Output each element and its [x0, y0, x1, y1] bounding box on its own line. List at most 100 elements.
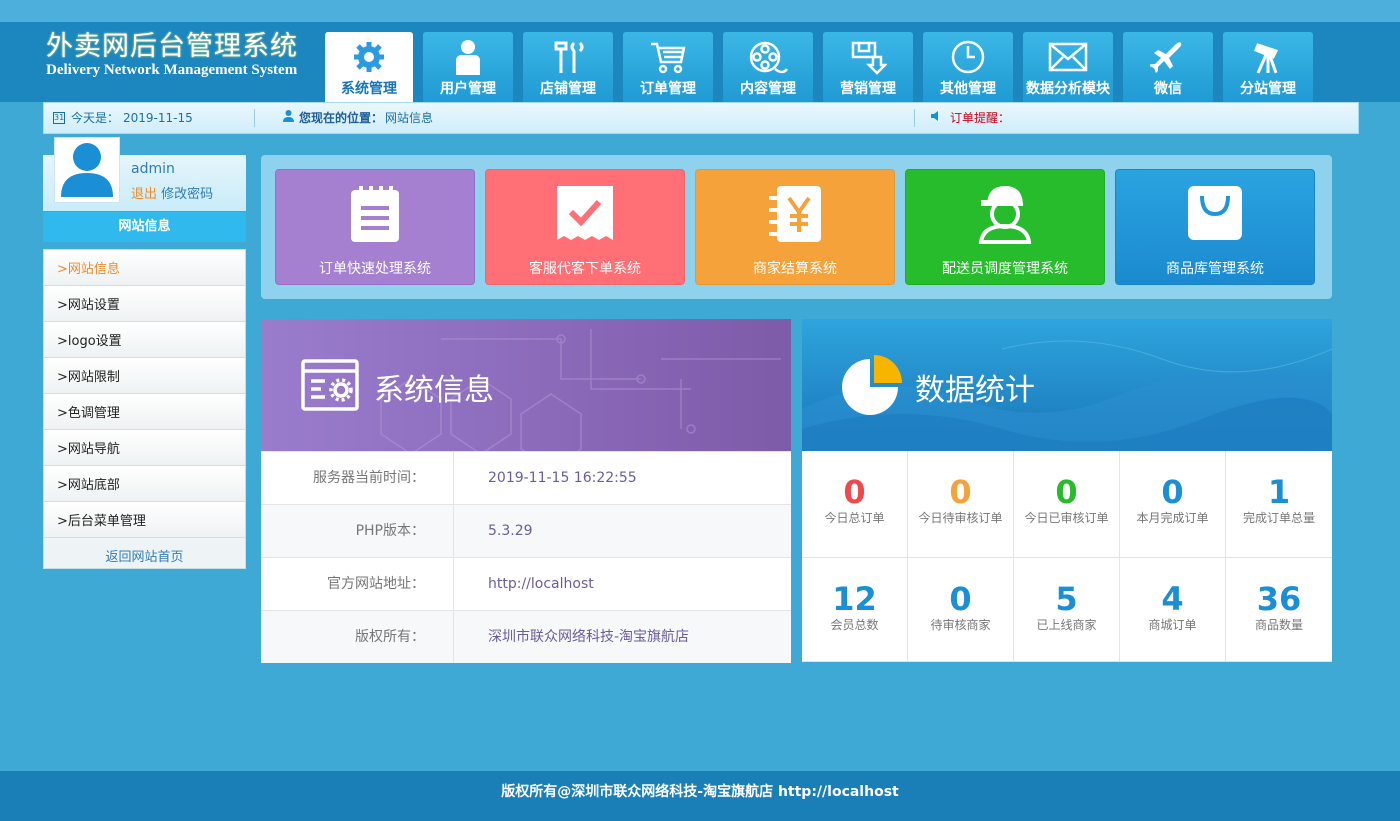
- stat-label: 待审核商家: [930, 618, 991, 632]
- user-links: 退出 修改密码: [131, 183, 213, 202]
- stat-number: 5: [1055, 580, 1078, 618]
- tile-courier-dispatch[interactable]: 配送员调度管理系统: [905, 169, 1105, 285]
- logout-link[interactable]: 退出: [131, 187, 157, 202]
- sidebar-item-site-settings[interactable]: >网站设置: [44, 286, 245, 322]
- order-alert-segment: 订单提醒：: [930, 103, 1010, 133]
- nav-system[interactable]: 系统管理: [325, 32, 413, 102]
- stat-label: 会员总数: [830, 618, 879, 632]
- today-segment: 31 今天是： 2019-11-15: [53, 103, 193, 133]
- stats-grid: 0 今日总订单 0 今日待审核订单 0 今日已审核订单 0 本月完成订单 1 完成订单总量…: [802, 451, 1332, 662]
- order-alert-label: 订单提醒：: [950, 111, 1011, 125]
- stat-number: 12: [832, 580, 877, 618]
- tile-merchant-settlement[interactable]: 商家结算系统: [695, 169, 895, 285]
- header: 外卖网后台管理系统 Delivery Network Management Sy…: [0, 22, 1400, 102]
- stat-today-pending[interactable]: 0 今日待审核订单: [908, 451, 1014, 558]
- top-strip: [0, 0, 1400, 22]
- nav-substations[interactable]: 分站管理: [1223, 32, 1313, 102]
- stat-mall-orders[interactable]: 4 商城订单: [1120, 558, 1226, 662]
- divider: [254, 109, 255, 127]
- shopping-bag-icon: [1116, 184, 1314, 246]
- row-key: 服务器当前时间：: [261, 452, 454, 504]
- sidebar-item-logo-settings[interactable]: >logo设置: [44, 322, 245, 358]
- tools-icon: [523, 38, 613, 76]
- sidebar-menu: >网站信息 >网站设置 >logo设置 >网站限制 >色调管理 >网站导航 >网…: [43, 249, 246, 569]
- nav-label: 其他管理: [940, 81, 996, 97]
- row-key: PHP版本：: [261, 505, 454, 557]
- back-to-home-link[interactable]: 返回网站首页: [44, 538, 245, 568]
- tile-label: 商品库管理系统: [1166, 261, 1264, 277]
- stat-today-approved[interactable]: 0 今日已审核订单: [1014, 451, 1120, 558]
- gear-icon: [325, 38, 413, 76]
- breadcrumb[interactable]: 网站信息: [385, 103, 433, 133]
- logo-title: 外卖网后台管理系统: [46, 31, 298, 62]
- location-segment: 您现在的位置： 网站信息: [283, 103, 433, 133]
- clipboard-icon: [276, 184, 474, 246]
- nav-content[interactable]: 内容管理: [723, 32, 813, 102]
- yen-notebook-icon: [696, 184, 894, 246]
- person-icon: [283, 103, 294, 133]
- sidebar-item-site-info[interactable]: >网站信息: [44, 250, 245, 286]
- courier-icon: [906, 184, 1104, 246]
- row-value: 深圳市联众网络科技-淘宝旗航店: [488, 629, 690, 645]
- stat-members[interactable]: 12 会员总数: [802, 558, 908, 662]
- nav-users[interactable]: 用户管理: [423, 32, 513, 102]
- tile-label: 商家结算系统: [753, 261, 837, 277]
- nav-label: 店铺管理: [540, 81, 596, 97]
- sidebar-item-site-limits[interactable]: >网站限制: [44, 358, 245, 394]
- user-icon: [423, 38, 513, 76]
- sidebar-item-site-nav[interactable]: >网站导航: [44, 430, 245, 466]
- speaker-icon: [930, 103, 942, 133]
- stat-label: 今日待审核订单: [918, 511, 1003, 525]
- table-row: 服务器当前时间： 2019-11-15 16:22:55: [261, 451, 791, 504]
- nav-orders[interactable]: 订单管理: [623, 32, 713, 102]
- divider: [914, 109, 915, 127]
- film-reel-icon: [723, 38, 813, 76]
- table-row: 官方网站地址： http://localhost: [261, 557, 791, 610]
- system-info-header: 系统信息: [261, 319, 791, 451]
- calendar-icon: 31: [53, 112, 65, 124]
- nav-label: 用户管理: [440, 81, 496, 97]
- settings-window-icon: [301, 359, 359, 415]
- avatar: [54, 137, 120, 203]
- nav-marketing[interactable]: 营销管理: [823, 32, 913, 102]
- nav-label: 数据分析模块: [1026, 81, 1110, 97]
- stat-label: 今日总订单: [824, 511, 885, 525]
- stat-today-orders[interactable]: 0 今日总订单: [802, 451, 908, 558]
- change-password-link[interactable]: 修改密码: [161, 187, 213, 202]
- nav-wechat[interactable]: 微信: [1123, 32, 1213, 102]
- airplane-icon: [1123, 38, 1213, 76]
- data-stats-header: 数据统计: [802, 319, 1332, 451]
- stat-number: 1: [1267, 473, 1291, 511]
- stat-number: 0: [949, 473, 972, 511]
- stat-number: 0: [1055, 473, 1078, 511]
- row-key: 版权所有：: [261, 611, 454, 663]
- nav-analytics[interactable]: 数据分析模块: [1023, 32, 1113, 102]
- stat-products[interactable]: 36 商品数量: [1226, 558, 1332, 662]
- nav-other[interactable]: 其他管理: [923, 32, 1013, 102]
- stat-month-completed[interactable]: 0 本月完成订单: [1120, 451, 1226, 558]
- table-row: 版权所有： 深圳市联众网络科技-淘宝旗航店: [261, 610, 791, 663]
- stat-pending-merchants[interactable]: 0 待审核商家: [908, 558, 1014, 662]
- sidebar-item-site-footer[interactable]: >网站底部: [44, 466, 245, 502]
- sidebar-item-color-theme[interactable]: >色调管理: [44, 394, 245, 430]
- user-panel: admin 退出 修改密码: [43, 137, 246, 211]
- stat-completed-total[interactable]: 1 完成订单总量: [1226, 451, 1332, 558]
- stat-online-merchants[interactable]: 5 已上线商家: [1014, 558, 1120, 662]
- pie-chart-icon: [840, 353, 904, 421]
- row-value[interactable]: http://localhost: [454, 558, 594, 610]
- nav-label: 系统管理: [341, 81, 397, 97]
- sidebar-section-title: 网站信息: [43, 212, 246, 242]
- row-value: 2019-11-15 16:22:55: [488, 470, 637, 486]
- download-box-icon: [823, 38, 913, 76]
- nav-label: 微信: [1154, 81, 1182, 97]
- quick-access-panel: 订单快速处理系统 客服代客下单系统 商家结算系统 配送员调度管理系统 商品库管理…: [261, 155, 1332, 299]
- tile-order-processing[interactable]: 订单快速处理系统: [275, 169, 475, 285]
- nav-label: 营销管理: [840, 81, 896, 97]
- main-nav: 系统管理 用户管理 店铺管理 订单管理 内容管理 营销管理 其他管理 数据分析模…: [325, 32, 1323, 102]
- nav-shops[interactable]: 店铺管理: [523, 32, 613, 102]
- logo-subtitle: Delivery Network Management System: [46, 62, 298, 78]
- sidebar-item-admin-menu[interactable]: >后台菜单管理: [44, 502, 245, 538]
- logo: 外卖网后台管理系统 Delivery Network Management Sy…: [46, 30, 316, 78]
- tile-product-library[interactable]: 商品库管理系统: [1115, 169, 1315, 285]
- tile-customer-service-order[interactable]: 客服代客下单系统: [485, 169, 685, 285]
